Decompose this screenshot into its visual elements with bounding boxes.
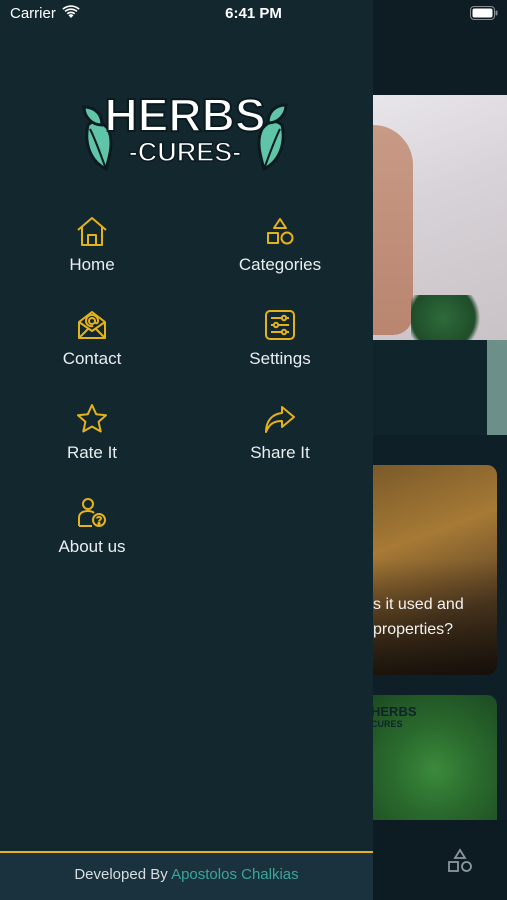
- article-card-second[interactable]: HERBS CURES: [373, 695, 497, 820]
- menu-item-home[interactable]: Home: [7, 214, 177, 284]
- herbs-cures-logo: HERBS -CURES-: [82, 88, 288, 172]
- battery-icon: [470, 6, 498, 20]
- hero-image: [373, 95, 507, 340]
- menu-item-label: Categories: [238, 255, 322, 274]
- menu-item-label: Rate It: [66, 443, 118, 462]
- svg-text:HERBS: HERBS: [104, 89, 265, 141]
- menu-item-label: Share It: [250, 443, 310, 462]
- user-question-icon: [78, 498, 106, 527]
- hero-caption-strip: [373, 340, 487, 435]
- screen: s it used and properties? HERBS CURES HE…: [0, 0, 507, 900]
- menu-item-label: Settings: [249, 349, 311, 368]
- svg-text:-CURES-: -CURES-: [129, 137, 242, 167]
- mail-at-icon: [78, 311, 106, 339]
- home-icon: [77, 217, 107, 246]
- hero-accent-strip: [487, 340, 507, 435]
- article-card-text: s it used and properties?: [373, 596, 464, 638]
- menu-item-categories[interactable]: Categories: [195, 214, 365, 284]
- menu-item-settings[interactable]: Settings: [195, 308, 365, 378]
- menu-item-label: Contact: [62, 349, 122, 368]
- article-card[interactable]: s it used and properties?: [373, 465, 497, 675]
- tab-bar: [373, 820, 507, 900]
- menu-item-about-us[interactable]: About us: [7, 496, 177, 566]
- author-link[interactable]: Apostolos Chalkias: [171, 866, 299, 883]
- menu-item-label: About us: [58, 537, 126, 556]
- developer-footer: Developed By Apostolos Chalkias: [0, 853, 373, 900]
- menu-item-contact[interactable]: Contact: [7, 308, 177, 378]
- shapes-icon: [267, 218, 294, 245]
- menu-item-label: Home: [69, 255, 115, 274]
- side-drawer: HERBS -CURES- Home Categories Contact Se…: [0, 0, 373, 900]
- shapes-icon[interactable]: [447, 848, 473, 874]
- background-page[interactable]: s it used and properties? HERBS CURES: [373, 0, 507, 900]
- mini-logo: HERBS CURES: [373, 704, 417, 729]
- sliders-icon: [265, 310, 295, 340]
- clock: 6:41 PM: [225, 5, 282, 22]
- status-bar: Carrier 6:41 PM: [0, 0, 507, 28]
- menu-item-rate-it[interactable]: Rate It: [7, 402, 177, 472]
- menu-item-share-it[interactable]: Share It: [195, 402, 365, 472]
- share-arrow-icon: [265, 406, 295, 433]
- footer-prefix: Developed By: [74, 866, 168, 883]
- star-icon: [77, 404, 107, 433]
